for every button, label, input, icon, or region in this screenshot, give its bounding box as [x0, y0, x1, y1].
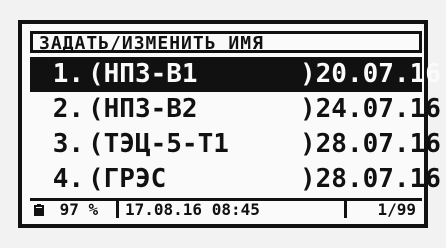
datetime: 17.08.16 08:45 [116, 201, 344, 218]
battery-status: 97 % [30, 201, 116, 218]
battery-icon [34, 202, 44, 217]
item-name: (НПЗ-В1 [88, 59, 198, 89]
item-index: 1. [52, 59, 84, 89]
item-date: )24.07.16 [300, 94, 441, 124]
item-name: (НПЗ-В2 [88, 94, 198, 124]
item-index: 4. [52, 164, 84, 194]
screen-title-box: ЗАДАТЬ/ИЗМЕНИТЬ ИМЯ [30, 31, 422, 54]
item-date: )28.07.16 [300, 129, 441, 159]
item-name: (ГРЭС [88, 164, 167, 194]
page-text: 1/99 [377, 200, 416, 219]
item-date: )28.07.16 [300, 164, 441, 194]
datetime-text: 17.08.16 08:45 [125, 200, 260, 219]
list-item[interactable]: 4. (ГРЭС )28.07.16 [30, 162, 441, 197]
item-index: 3. [52, 129, 84, 159]
item-date: )20.07.16 [300, 59, 441, 89]
lcd-screen: ЗАДАТЬ/ИЗМЕНИТЬ ИМЯ 1. (НПЗ-В1 )20.07.16… [18, 20, 441, 228]
item-name: (ТЭЦ-5-Т1 [88, 129, 229, 159]
screen-title: ЗАДАТЬ/ИЗМЕНИТЬ ИМЯ [39, 33, 264, 54]
page-indicator: 1/99 [344, 201, 422, 218]
list-item[interactable]: 3. (ТЭЦ-5-Т1 )28.07.16 [30, 127, 441, 162]
item-index: 2. [52, 94, 84, 124]
list-item[interactable]: 1. (НПЗ-В1 )20.07.16 [30, 57, 441, 92]
battery-percent: 97 % [59, 200, 99, 219]
status-bar: 97 % 17.08.16 08:45 1/99 [30, 198, 422, 218]
list-item[interactable]: 2. (НПЗ-В2 )24.07.16 [30, 92, 441, 127]
name-list: 1. (НПЗ-В1 )20.07.16 2. (НПЗ-В2 )24.07.1… [30, 57, 441, 197]
